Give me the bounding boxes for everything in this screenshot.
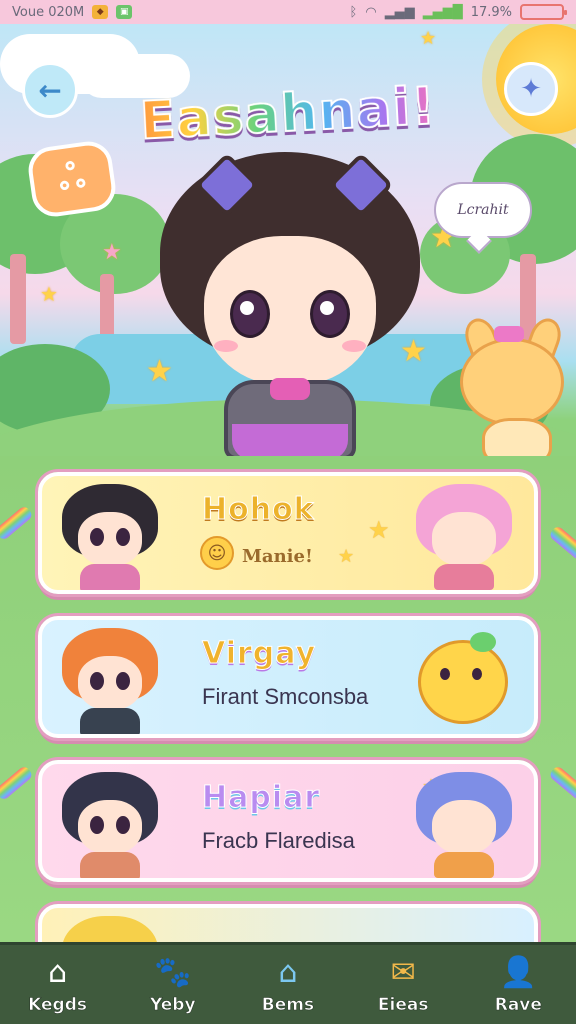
rainbow-decoration <box>548 764 576 802</box>
card-subtitle: Firant Smconsba <box>202 684 369 709</box>
speech-text: Lcrahit <box>457 202 509 218</box>
signal-strength-icon: ▂▄▆█ <box>422 4 463 20</box>
avatar-face <box>78 656 142 710</box>
house-icon: ⌂ <box>278 955 298 990</box>
nav-label: Yeby <box>150 994 196 1015</box>
battery-icon <box>520 4 567 20</box>
character-list[interactable]: Hohok ☺ Manie! ★ ★ Virgay Firant Smconsb… <box>0 456 576 942</box>
notification-icon: ◆ <box>92 5 109 19</box>
home-icon: ⌂ <box>48 955 68 990</box>
nav-label: Kegds <box>28 994 88 1015</box>
signal-icon: ▂▄▆ <box>384 4 415 20</box>
star-icon: ★ <box>338 546 355 567</box>
tree-trunk <box>10 254 26 344</box>
star-icon: ★ <box>102 240 122 265</box>
avatar-face <box>78 512 142 566</box>
character-card[interactable] <box>38 904 538 942</box>
card-title: Hohok <box>202 492 315 528</box>
status-bar: Voue 020M ◆ ▣ ᛒ ◠ ▂▄▆ ▂▄▆█ 17.9% <box>0 0 576 24</box>
fox-head <box>460 338 564 426</box>
card-subtitle: Manie! <box>242 546 313 567</box>
fox-bow <box>494 326 524 342</box>
cat-icon: 🐾 <box>154 955 192 990</box>
butterfly-icon: ✦ <box>520 74 542 104</box>
avatar-eye <box>90 816 104 834</box>
arrow-left-icon: ← <box>38 73 62 107</box>
hero-bow <box>270 378 310 400</box>
smiley-icon: ☺ <box>200 536 234 570</box>
nav-label: Bems <box>261 994 315 1015</box>
battery-percent: 17.9% <box>470 4 512 20</box>
avatar-body <box>80 852 140 878</box>
avatar-hair <box>62 916 158 942</box>
mascot-body <box>418 640 508 724</box>
art-face <box>432 800 496 854</box>
avatar-body <box>80 708 140 734</box>
character-avatar <box>56 484 164 590</box>
fox-companion[interactable] <box>460 314 570 468</box>
mascot-eye <box>472 668 482 680</box>
status-left-text: Voue 020M <box>12 4 85 20</box>
speech-bubble: Lcrahit <box>434 182 532 238</box>
rainbow-decoration <box>548 524 576 562</box>
card-character-art <box>410 772 520 878</box>
character-avatar <box>56 772 164 878</box>
star-icon: ★ <box>368 516 390 544</box>
hero-cheek <box>214 340 238 352</box>
nav-item-home[interactable]: ⌂ Kegds <box>8 946 108 1024</box>
card-character-art <box>410 484 520 590</box>
star-icon: ★ <box>40 282 58 306</box>
character-card[interactable]: Virgay Firant Smconsba <box>38 616 538 738</box>
ribbon-icon: ஃ <box>55 155 88 199</box>
nav-item-house[interactable]: ⌂ Bems <box>238 946 338 1024</box>
character-avatar <box>56 916 164 942</box>
mascot-eye <box>440 668 450 680</box>
avatar-body <box>80 564 140 590</box>
card-title: Virgay <box>201 636 317 672</box>
hero-cheek <box>342 340 366 352</box>
avatar-eye <box>116 672 130 690</box>
character-avatar <box>56 628 164 734</box>
nav-item-profile[interactable]: 👤 Rave <box>468 946 568 1024</box>
hero-skirt <box>232 424 348 460</box>
hero-eye-left <box>230 290 270 338</box>
avatar-face <box>78 800 142 854</box>
bottom-navigation: ⌂ Kegds 🐾 Yeby ⌂ Bems ✉ Eieas 👤 Rave <box>0 942 576 1024</box>
wifi-icon: ◠ <box>365 4 377 20</box>
app-badge-icon: ▣ <box>116 5 133 19</box>
avatar-eye <box>90 528 104 546</box>
card-title: Hapiar <box>201 780 321 816</box>
bluetooth-icon: ᛒ <box>349 4 358 20</box>
art-body <box>434 564 494 590</box>
hero-eye-right <box>310 290 350 338</box>
back-button[interactable]: ← <box>22 62 78 118</box>
status-left: Voue 020M ◆ ▣ <box>12 4 133 20</box>
avatar-eye <box>116 528 130 546</box>
character-card[interactable]: Hapiar Fracb Flaredisa ★ <box>38 760 538 882</box>
nav-item-pets[interactable]: 🐾 Yeby <box>123 946 223 1024</box>
nav-label: Eieas <box>377 994 429 1015</box>
art-body <box>434 852 494 878</box>
envelope-icon: ✉ <box>390 955 416 990</box>
nav-label: Rave <box>494 994 542 1015</box>
rainbow-decoration <box>0 504 34 542</box>
hero-character[interactable] <box>160 152 420 472</box>
avatar-eye <box>116 816 130 834</box>
person-icon: 👤 <box>499 955 538 990</box>
card-subtitle: Fracb Flaredisa <box>202 828 355 853</box>
status-right: ᛒ ◠ ▂▄▆ ▂▄▆█ 17.9% <box>349 4 567 20</box>
card-mascot-art <box>410 628 520 734</box>
star-icon: ★ <box>420 28 437 49</box>
rainbow-decoration <box>0 764 34 802</box>
nav-item-mail[interactable]: ✉ Eieas <box>353 946 453 1024</box>
hero-scene: ★ ★ ★ ★ ★ ★ ← ✦ ஃ Easahnai! Lcrahit <box>0 24 576 474</box>
settings-button[interactable]: ✦ <box>504 62 558 116</box>
art-face <box>432 512 496 566</box>
avatar-eye <box>90 672 104 690</box>
ribbon-badge[interactable]: ஃ <box>25 138 119 220</box>
mascot-leaf <box>470 632 496 652</box>
character-card[interactable]: Hohok ☺ Manie! ★ ★ <box>38 472 538 594</box>
